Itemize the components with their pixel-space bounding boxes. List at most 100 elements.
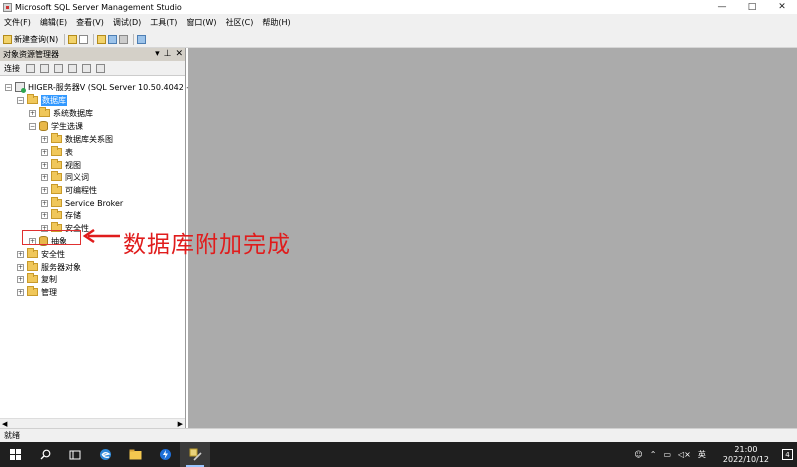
tree-node-student-db[interactable]: − 学生选课 [29, 120, 83, 132]
ssms-app-icon [3, 2, 12, 12]
summary-icon[interactable] [96, 63, 105, 73]
tray-overflow-icon[interactable]: ⌃ [650, 450, 657, 459]
dropdown-icon[interactable]: ▾ [155, 48, 160, 61]
tree-node-server[interactable]: − HIGER-服务器V (SQL Server 10.50.4042 - [5, 81, 189, 93]
task-view-button[interactable] [60, 442, 90, 467]
views-label: 视图 [65, 160, 81, 170]
tree-node-server-objects[interactable]: + 服务器对象 [17, 261, 81, 273]
menu-view[interactable]: 查看(V) [76, 17, 104, 28]
expand-icon[interactable]: + [41, 199, 48, 207]
synonyms-label: 同义词 [65, 172, 89, 182]
tree-node-system-databases[interactable]: + 系统数据库 [29, 107, 93, 119]
save-all-icon[interactable] [119, 34, 129, 44]
annotation-arrow-icon [82, 229, 120, 243]
horizontal-scrollbar[interactable]: ◀ ▶ [0, 418, 185, 428]
expand-icon[interactable]: + [17, 263, 24, 271]
pin-icon[interactable]: ⊥ [164, 48, 172, 61]
collapse-icon[interactable]: − [17, 96, 24, 104]
tree-node-service-broker[interactable]: + Service Broker [41, 197, 123, 209]
connect-button[interactable]: 连接 [4, 63, 20, 74]
tree-node-db-diagrams[interactable]: + 数据库关系图 [41, 133, 113, 145]
server-label: HIGER-服务器V (SQL Server 10.50.4042 - [28, 82, 190, 92]
start-button[interactable] [0, 442, 30, 467]
clock[interactable]: 21:00 2022/10/12 [716, 445, 769, 465]
maximize-button[interactable]: □ [737, 0, 767, 14]
save-icon[interactable] [108, 34, 118, 44]
blue-circle-app-icon [159, 449, 171, 460]
search-button[interactable] [30, 442, 60, 467]
tree-node-replication[interactable]: + 复制 [17, 273, 57, 285]
server-objects-label: 服务器对象 [41, 262, 81, 272]
window-controls: — □ ✕ [707, 0, 797, 14]
filter-icon[interactable] [68, 63, 77, 73]
menu-file[interactable]: 文件(F) [4, 17, 31, 28]
minimize-button[interactable]: — [707, 0, 737, 14]
menu-tools[interactable]: 工具(T) [150, 17, 177, 28]
new-query-label: 新建查询(N) [14, 34, 59, 44]
system-databases-label: 系统数据库 [53, 108, 93, 118]
expand-icon[interactable]: + [17, 250, 24, 258]
network-icon[interactable]: ▭ [663, 450, 671, 459]
tree-node-tables[interactable]: + 表 [41, 146, 73, 158]
db-diagrams-label: 数据库关系图 [65, 134, 113, 144]
volume-icon[interactable]: ◁× [678, 450, 691, 459]
menu-window[interactable]: 窗口(W) [186, 17, 216, 28]
collapse-icon[interactable]: − [5, 83, 12, 91]
folder-icon [51, 197, 62, 207]
activity-monitor-icon[interactable] [137, 34, 147, 44]
notification-center-icon[interactable]: 4 [782, 449, 793, 460]
replication-label: 复制 [41, 274, 57, 284]
folder-icon [27, 286, 38, 296]
scroll-right-icon[interactable]: ▶ [178, 420, 183, 428]
menu-help[interactable]: 帮助(H) [262, 17, 290, 28]
expand-icon[interactable]: + [41, 135, 48, 143]
menu-debug[interactable]: 调试(D) [113, 17, 141, 28]
expand-icon[interactable]: + [17, 275, 24, 283]
tree-node-programmability[interactable]: + 可编程性 [41, 184, 97, 196]
new-query-button[interactable]: 新建查询(N) [3, 33, 58, 46]
tree-node-databases[interactable]: − 数据库 [17, 94, 67, 106]
folder-icon [51, 146, 62, 156]
stop-icon[interactable] [54, 63, 63, 73]
file-explorer-button[interactable] [120, 442, 150, 467]
disconnect-icon[interactable] [40, 63, 49, 73]
menu-community[interactable]: 社区(C) [226, 17, 254, 28]
people-icon[interactable]: ☺ [634, 450, 642, 459]
server-icon [15, 82, 26, 93]
pinned-app-button[interactable] [150, 442, 180, 467]
connect-icon[interactable] [26, 63, 35, 73]
object-explorer-title: 对象资源管理器 [3, 50, 59, 59]
object-explorer-toolbar: 连接 [0, 61, 185, 76]
panel-close-button[interactable]: ✕ [175, 48, 183, 61]
tree-node-storage[interactable]: + 存储 [41, 209, 81, 221]
database-engine-query-icon[interactable] [68, 34, 78, 44]
expand-icon[interactable]: + [41, 173, 48, 181]
new-query-icon [3, 34, 12, 44]
new-file-icon[interactable] [79, 34, 89, 44]
folder-icon [51, 171, 62, 181]
tree-node-security[interactable]: + 安全性 [17, 248, 65, 260]
scroll-left-icon[interactable]: ◀ [2, 420, 7, 428]
expand-icon[interactable]: + [17, 288, 24, 296]
folder-icon [51, 209, 62, 219]
input-language-indicator[interactable]: 英 [698, 449, 706, 460]
window-title: Microsoft SQL Server Management Studio [15, 2, 182, 12]
collapse-icon[interactable]: − [29, 122, 36, 130]
open-folder-icon[interactable] [97, 34, 107, 44]
edge-browser-button[interactable] [90, 442, 120, 467]
expand-icon[interactable]: + [29, 109, 36, 117]
title-bar: Microsoft SQL Server Management Studio —… [0, 0, 797, 14]
expand-icon[interactable]: + [41, 186, 48, 194]
ssms-taskbar-button[interactable] [180, 442, 210, 467]
tree-node-views[interactable]: + 视图 [41, 159, 81, 171]
expand-icon[interactable]: + [41, 211, 48, 219]
windows-logo-icon [9, 449, 21, 460]
expand-icon[interactable]: + [41, 148, 48, 156]
refresh-icon[interactable] [82, 63, 91, 73]
close-button[interactable]: ✕ [767, 0, 797, 14]
menu-edit[interactable]: 编辑(E) [40, 17, 67, 28]
expand-icon[interactable]: + [41, 161, 48, 169]
folder-icon [27, 248, 38, 258]
tree-node-management[interactable]: + 管理 [17, 286, 57, 298]
tree-node-synonyms[interactable]: + 同义词 [41, 171, 89, 183]
